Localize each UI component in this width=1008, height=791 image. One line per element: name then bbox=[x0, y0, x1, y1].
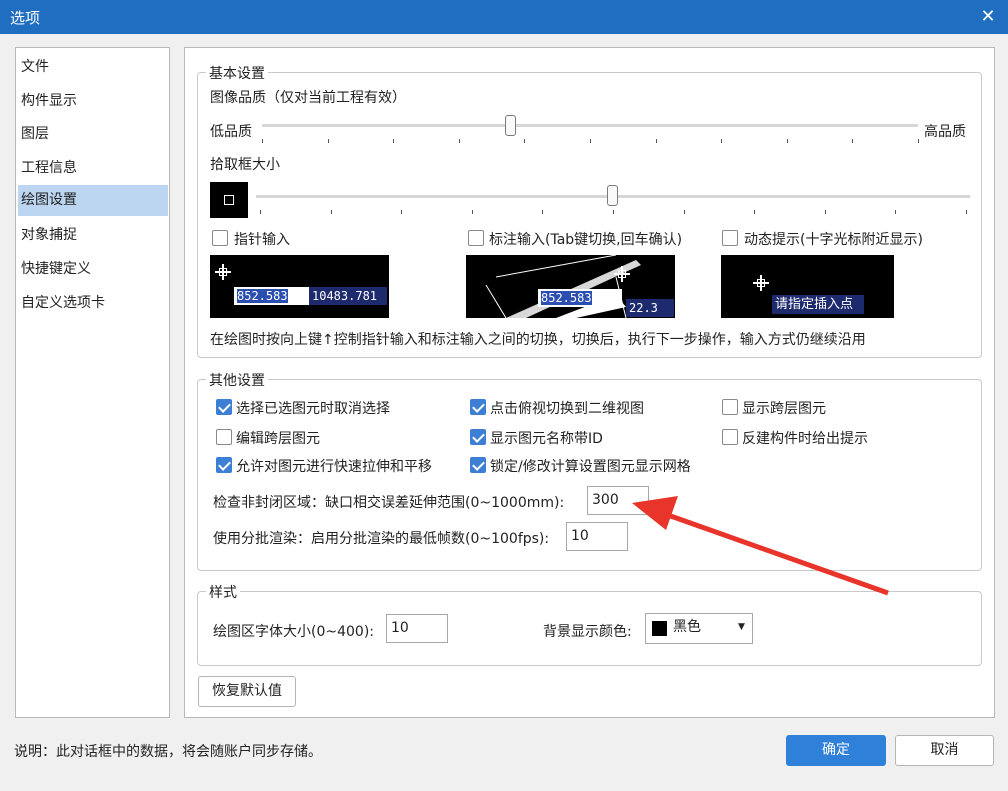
footer-note: 说明：此对话框中的数据，将会随账户同步存储。 bbox=[14, 744, 322, 760]
cancel-button[interactable]: 取消 bbox=[895, 735, 994, 766]
annotation-arrow bbox=[632, 496, 889, 596]
ok-button[interactable]: 确定 bbox=[786, 735, 886, 766]
